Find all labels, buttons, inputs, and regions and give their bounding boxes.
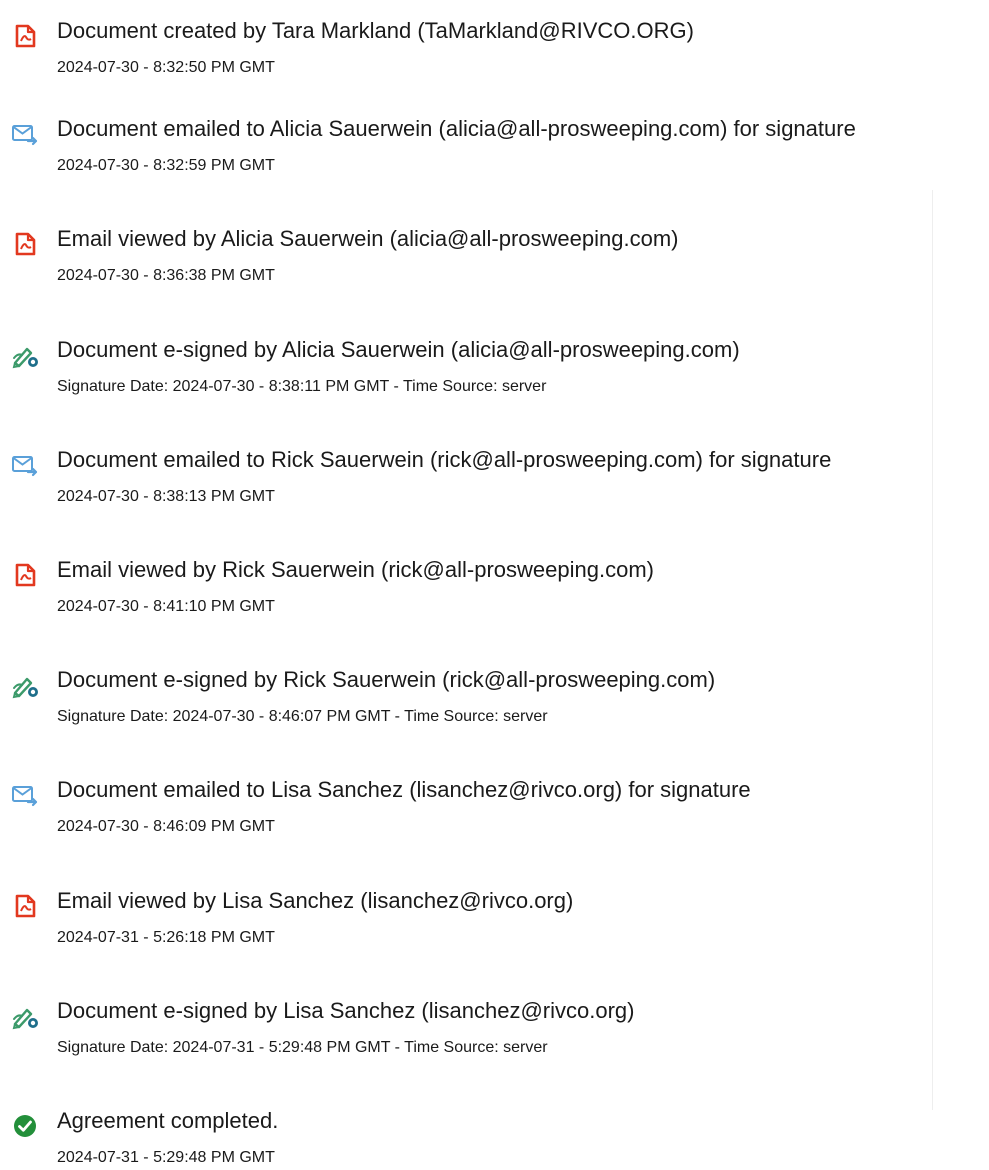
entry-timestamp: 2024-07-31 - 5:26:18 PM GMT	[57, 929, 275, 946]
audit-entry: Email viewed by Alicia Sauerwein (alicia…	[0, 218, 989, 288]
audit-entry: Document emailed to Lisa Sanchez (lisanc…	[0, 769, 989, 839]
entry-title: Agreement completed.	[57, 1108, 279, 1133]
audit-entry: Document e-signed by Lisa Sanchez (lisan…	[0, 990, 989, 1060]
entry-title: Email viewed by Alicia Sauerwein (alicia…	[57, 226, 679, 251]
entry-timestamp: 2024-07-30 - 8:46:09 PM GMT	[57, 818, 275, 835]
entry-title: Document emailed to Alicia Sauerwein (al…	[57, 116, 856, 141]
audit-entry: Email viewed by Lisa Sanchez (lisanchez@…	[0, 880, 989, 950]
audit-entry: Document e-signed by Alicia Sauerwein (a…	[0, 329, 989, 399]
audit-entry: Agreement completed. 2024-07-31 - 5:29:4…	[0, 1100, 989, 1170]
entry-title: Document emailed to Rick Sauerwein (rick…	[57, 447, 832, 472]
entry-timestamp: 2024-07-30 - 8:32:59 PM GMT	[57, 157, 275, 174]
email-send-icon	[11, 451, 39, 479]
audit-trail: Document created by Tara Markland (TaMar…	[0, 0, 989, 1170]
entry-timestamp: Signature Date: 2024-07-31 - 5:29:48 PM …	[57, 1039, 548, 1056]
entry-timestamp: Signature Date: 2024-07-30 - 8:46:07 PM …	[57, 708, 548, 725]
e-sign-icon	[11, 341, 39, 369]
entry-title: Document e-signed by Alicia Sauerwein (a…	[57, 337, 740, 362]
audit-entry: Email viewed by Rick Sauerwein (rick@all…	[0, 549, 989, 619]
audit-entry: Document e-signed by Rick Sauerwein (ric…	[0, 659, 989, 729]
audit-entry: Document emailed to Rick Sauerwein (rick…	[0, 439, 989, 509]
entry-timestamp: Signature Date: 2024-07-30 - 8:38:11 PM …	[57, 378, 547, 395]
email-send-icon	[11, 781, 39, 809]
entry-timestamp: 2024-07-30 - 8:41:10 PM GMT	[57, 598, 275, 615]
entry-title: Document e-signed by Lisa Sanchez (lisan…	[57, 998, 635, 1023]
audit-entry: Document emailed to Alicia Sauerwein (al…	[0, 108, 989, 178]
pdf-document-icon	[11, 230, 39, 258]
entry-title: Document emailed to Lisa Sanchez (lisanc…	[57, 777, 751, 802]
pdf-document-icon	[11, 561, 39, 589]
pdf-document-icon	[11, 892, 39, 920]
audit-entry: Document created by Tara Markland (TaMar…	[0, 10, 989, 80]
entry-timestamp: 2024-07-30 - 8:32:50 PM GMT	[57, 59, 275, 76]
entry-timestamp: 2024-07-30 - 8:38:13 PM GMT	[57, 488, 275, 505]
entry-title: Email viewed by Lisa Sanchez (lisanchez@…	[57, 888, 574, 913]
entry-title: Document created by Tara Markland (TaMar…	[57, 18, 694, 43]
e-sign-icon	[11, 671, 39, 699]
entry-timestamp: 2024-07-31 - 5:29:48 PM GMT	[57, 1149, 275, 1166]
entry-timestamp: 2024-07-30 - 8:36:38 PM GMT	[57, 267, 275, 284]
entry-title: Email viewed by Rick Sauerwein (rick@all…	[57, 557, 654, 582]
pdf-document-icon	[11, 22, 39, 50]
e-sign-icon	[11, 1002, 39, 1030]
entry-title: Document e-signed by Rick Sauerwein (ric…	[57, 667, 716, 692]
email-send-icon	[11, 120, 39, 148]
page-edge-rule	[932, 190, 933, 1110]
check-circle-icon	[11, 1112, 39, 1140]
